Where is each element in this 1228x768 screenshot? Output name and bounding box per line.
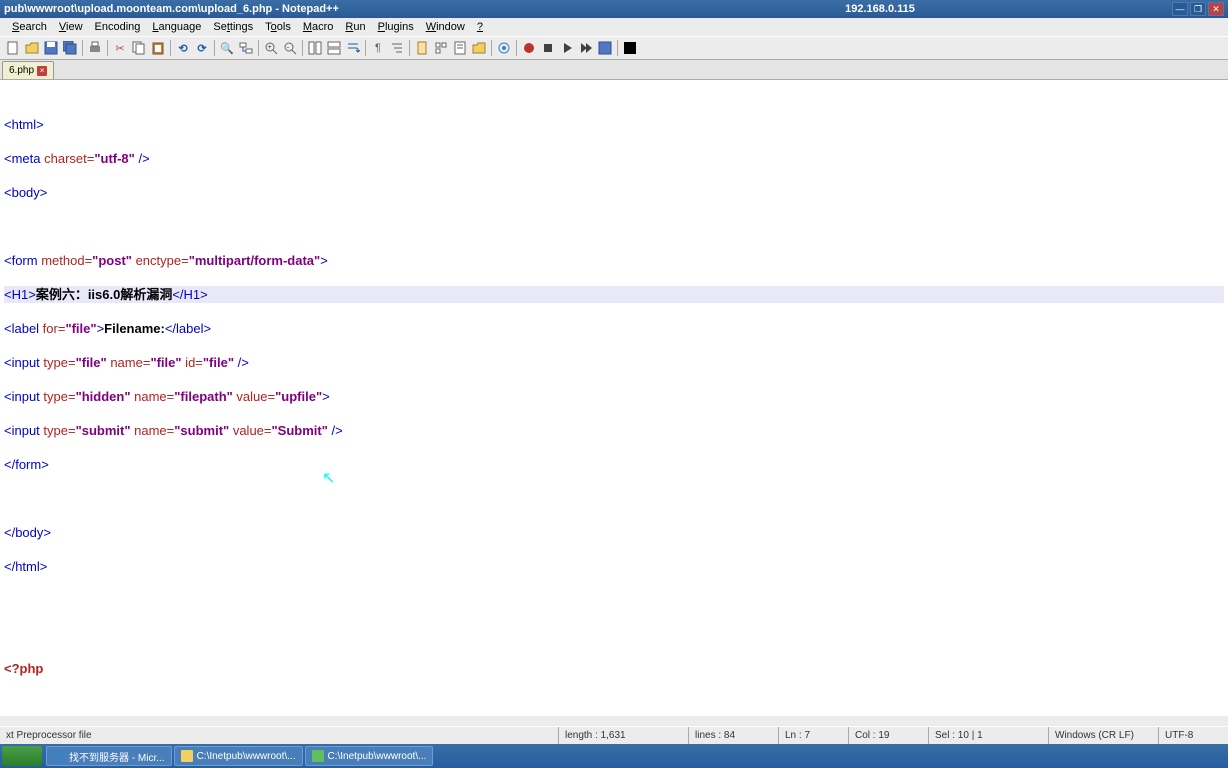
menubar: Search View Encoding Language Settings T… bbox=[0, 18, 1228, 36]
tab-label: 6.php bbox=[9, 65, 34, 76]
status-eol: Windows (CR LF) bbox=[1048, 727, 1158, 744]
status-lines: lines : 84 bbox=[688, 727, 778, 744]
sync-h-icon[interactable] bbox=[325, 39, 343, 57]
show-all-chars-icon[interactable]: ¶ bbox=[369, 39, 387, 57]
window-title: pub\wwwroot\upload.moonteam.com\upload_6… bbox=[4, 3, 588, 15]
menu-language[interactable]: Language bbox=[146, 21, 207, 33]
svg-text:-: - bbox=[287, 45, 289, 51]
start-button[interactable] bbox=[2, 746, 42, 766]
folder-icon bbox=[181, 750, 193, 762]
status-sel: Sel : 10 | 1 bbox=[928, 727, 1048, 744]
statusbar: xt Preprocessor file length : 1,631 line… bbox=[0, 726, 1228, 744]
menu-tools[interactable]: Tools bbox=[259, 21, 297, 33]
code-line: <label for="file">Filename:</label> bbox=[4, 320, 1224, 337]
code-line bbox=[4, 592, 1224, 609]
menu-help[interactable]: ? bbox=[471, 21, 489, 33]
code-line: <?php bbox=[4, 660, 1224, 677]
code-line: </html> bbox=[4, 558, 1224, 575]
wrap-icon[interactable] bbox=[344, 39, 362, 57]
undo-icon[interactable]: ⟲ bbox=[174, 39, 192, 57]
zoom-out-icon[interactable]: - bbox=[281, 39, 299, 57]
svg-text:+: + bbox=[268, 45, 272, 51]
zoom-in-icon[interactable]: + bbox=[262, 39, 280, 57]
code-line: <form method="post" enctype="multipart/f… bbox=[4, 252, 1224, 269]
status-line: Ln : 7 bbox=[778, 727, 848, 744]
function-list-icon[interactable] bbox=[451, 39, 469, 57]
print-icon[interactable] bbox=[86, 39, 104, 57]
replace-icon[interactable] bbox=[237, 39, 255, 57]
menu-macro[interactable]: Macro bbox=[297, 21, 340, 33]
code-editor[interactable]: <html> <meta charset="utf-8" /> <body> <… bbox=[0, 80, 1228, 716]
status-encoding: UTF-8 bbox=[1158, 727, 1228, 744]
menu-run[interactable]: Run bbox=[339, 21, 371, 33]
indent-guide-icon[interactable] bbox=[388, 39, 406, 57]
doc-list-icon[interactable] bbox=[432, 39, 450, 57]
code-line: <html> bbox=[4, 116, 1224, 133]
taskbar-item[interactable]: C:\Inetpub\wwwroot\... bbox=[305, 746, 434, 766]
code-line: <meta charset="utf-8" /> bbox=[4, 150, 1224, 167]
code-line: <input type="file" name="file" id="file"… bbox=[4, 354, 1224, 371]
folder-panel-icon[interactable] bbox=[470, 39, 488, 57]
copy-icon[interactable] bbox=[130, 39, 148, 57]
os-taskbar: 找不到服务器 - Micr... C:\Inetpub\wwwroot\... … bbox=[0, 744, 1228, 768]
remote-ip: 192.168.0.115 bbox=[588, 3, 1172, 15]
toolbar: ✂ ⟲ ⟳ 🔍 + - ¶ bbox=[0, 36, 1228, 60]
tabbar: 6.php × bbox=[0, 60, 1228, 80]
code-line bbox=[4, 490, 1224, 507]
tab-close-icon[interactable]: × bbox=[37, 66, 47, 76]
play-macro-icon[interactable] bbox=[558, 39, 576, 57]
status-length: length : 1,631 bbox=[558, 727, 688, 744]
close-button[interactable]: ✕ bbox=[1208, 2, 1224, 16]
code-line: </form> bbox=[4, 456, 1224, 473]
code-line-highlighted: <H1>案例六：iis6.0解析漏洞</H1> bbox=[4, 286, 1224, 303]
new-file-icon[interactable] bbox=[4, 39, 22, 57]
status-filetype: xt Preprocessor file bbox=[0, 727, 558, 744]
taskbar-item[interactable]: 找不到服务器 - Micr... bbox=[46, 746, 172, 766]
run-macro-multi-icon[interactable] bbox=[577, 39, 595, 57]
open-file-icon[interactable] bbox=[23, 39, 41, 57]
code-line: </body> bbox=[4, 524, 1224, 541]
stop-macro-icon[interactable] bbox=[539, 39, 557, 57]
save-macro-icon[interactable] bbox=[596, 39, 614, 57]
code-line bbox=[4, 626, 1224, 643]
menu-view[interactable]: View bbox=[53, 21, 89, 33]
menu-window[interactable]: Window bbox=[420, 21, 471, 33]
doc-map-icon[interactable] bbox=[413, 39, 431, 57]
window-titlebar: pub\wwwroot\upload.moonteam.com\upload_6… bbox=[0, 0, 1228, 18]
status-col: Col : 19 bbox=[848, 727, 928, 744]
menu-settings[interactable]: Settings bbox=[207, 21, 259, 33]
black-square-icon[interactable] bbox=[621, 39, 639, 57]
sync-v-icon[interactable] bbox=[306, 39, 324, 57]
code-line: <input type="submit" name="submit" value… bbox=[4, 422, 1224, 439]
mouse-cursor-icon: ↖ bbox=[322, 470, 335, 487]
menu-encoding[interactable]: Encoding bbox=[89, 21, 147, 33]
menu-search[interactable]: Search bbox=[6, 21, 53, 33]
code-line bbox=[4, 218, 1224, 235]
maximize-button[interactable]: ❐ bbox=[1190, 2, 1206, 16]
find-icon[interactable]: 🔍 bbox=[218, 39, 236, 57]
file-tab[interactable]: 6.php × bbox=[2, 61, 54, 79]
save-file-icon[interactable] bbox=[42, 39, 60, 57]
code-line: <body> bbox=[4, 184, 1224, 201]
minimize-button[interactable]: — bbox=[1172, 2, 1188, 16]
ie-icon bbox=[53, 750, 65, 762]
save-all-icon[interactable] bbox=[61, 39, 79, 57]
cut-icon[interactable]: ✂ bbox=[111, 39, 129, 57]
code-line: <input type="hidden" name="filepath" val… bbox=[4, 388, 1224, 405]
record-macro-icon[interactable] bbox=[520, 39, 538, 57]
menu-plugins[interactable]: Plugins bbox=[372, 21, 420, 33]
code-line bbox=[4, 694, 1224, 711]
monitoring-icon[interactable] bbox=[495, 39, 513, 57]
taskbar-item[interactable]: C:\Inetpub\wwwroot\... bbox=[174, 746, 303, 766]
notepad-icon bbox=[312, 750, 324, 762]
paste-icon[interactable] bbox=[149, 39, 167, 57]
redo-icon[interactable]: ⟳ bbox=[193, 39, 211, 57]
